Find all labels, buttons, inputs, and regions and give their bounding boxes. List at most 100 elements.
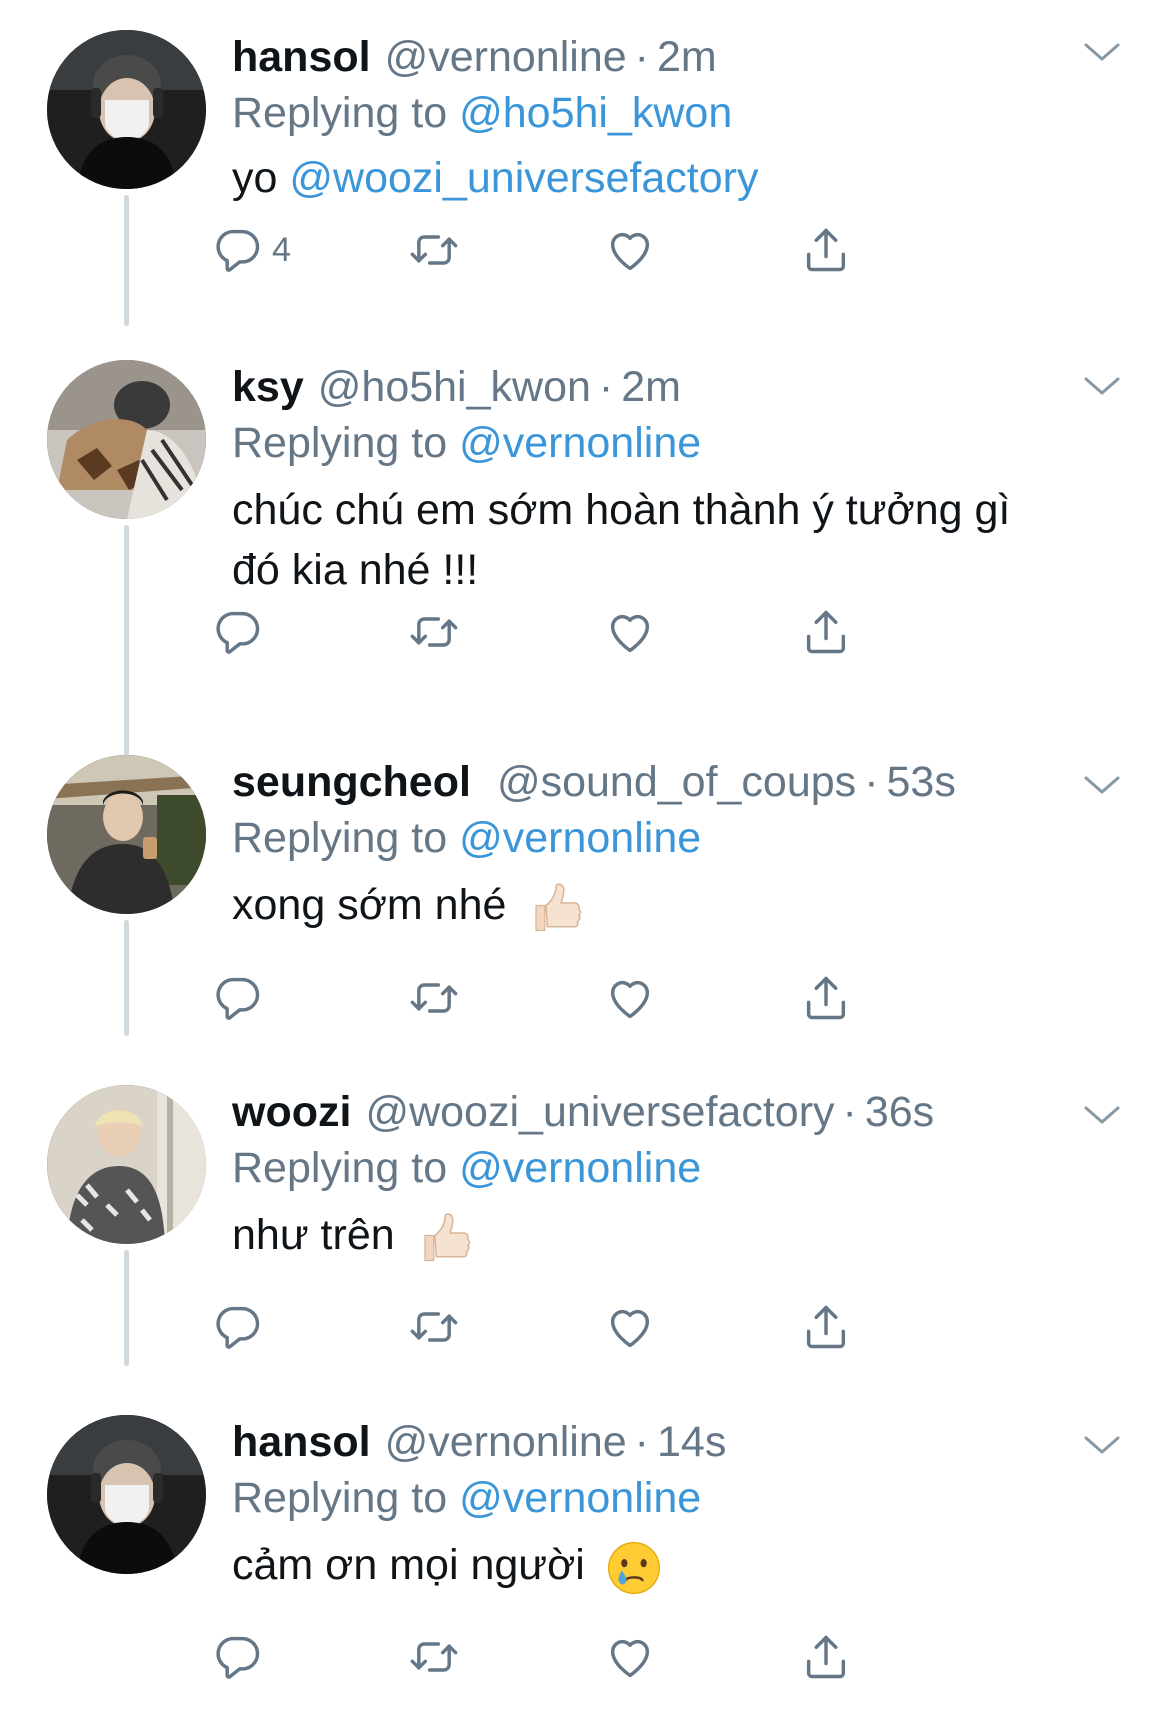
reply-count: 4: [272, 230, 291, 269]
display-name[interactable]: woozi: [232, 1088, 351, 1136]
chevron-down-icon[interactable]: [1082, 374, 1122, 398]
replying-to-label: Replying to: [232, 814, 448, 862]
retweet-icon: [408, 606, 460, 658]
replying-to-label: Replying to: [232, 1144, 448, 1192]
reply-button[interactable]: [212, 602, 264, 662]
crying-face-emoji: [605, 1539, 663, 1597]
share-icon: [800, 1301, 852, 1353]
reply-button[interactable]: [212, 968, 264, 1028]
reply-icon: [212, 606, 264, 658]
tweet-header: seungcheol @sound_of_coups · 53s: [232, 755, 956, 809]
reply-icon: [212, 224, 264, 276]
chevron-down-icon[interactable]: [1082, 1103, 1122, 1127]
timestamp[interactable]: 14s: [657, 1418, 726, 1466]
reply-button[interactable]: [212, 1297, 264, 1357]
replying-to-mention[interactable]: @vernonline: [459, 419, 701, 467]
separator-dot: ·: [864, 758, 879, 806]
display-name[interactable]: hansol: [232, 33, 371, 81]
like-button[interactable]: [604, 968, 656, 1028]
separator-dot: ·: [598, 363, 614, 411]
thread-line: [124, 920, 129, 1036]
share-button[interactable]: [800, 602, 852, 662]
retweet-button[interactable]: [408, 1297, 460, 1357]
tweet-body: yo @woozi_universefactory: [232, 148, 1112, 208]
like-icon: [604, 1631, 656, 1683]
share-button[interactable]: [800, 220, 852, 280]
action-bar: 4: [232, 220, 952, 280]
tweet-body: như trên: [232, 1205, 1112, 1268]
action-bar: [232, 602, 952, 662]
share-icon: [800, 1631, 852, 1683]
reply-icon: [212, 1301, 264, 1353]
display-name[interactable]: hansol: [232, 1418, 371, 1466]
action-bar: [232, 1297, 952, 1357]
retweet-button[interactable]: [408, 602, 460, 662]
like-button[interactable]: [604, 1297, 656, 1357]
tweet-text-line-1: chúc chú em sớm hoàn thành ý tưởng gì: [232, 486, 1011, 534]
action-bar: [232, 968, 952, 1028]
avatar-woozi[interactable]: [47, 1085, 206, 1244]
replying-to-mention[interactable]: @vernonline: [459, 814, 701, 862]
retweet-button[interactable]: [408, 968, 460, 1028]
user-handle[interactable]: @sound_of_coups: [497, 758, 856, 806]
tweet-header: hansol @vernonline · 14s: [232, 1415, 726, 1469]
retweet-button[interactable]: [408, 220, 460, 280]
timestamp[interactable]: 53s: [887, 758, 956, 806]
avatar-seungcheol[interactable]: [47, 755, 206, 914]
retweet-icon: [408, 224, 460, 276]
display-name[interactable]: ksy: [232, 363, 304, 411]
separator-dot: ·: [634, 1418, 649, 1466]
timestamp[interactable]: 2m: [621, 363, 681, 411]
tweet-header: ksy @ho5hi_kwon · 2m: [232, 360, 681, 414]
tweet-body: xong sớm nhé: [232, 875, 1112, 938]
replying-to-mention[interactable]: @vernonline: [459, 1144, 701, 1192]
reply-icon: [212, 1631, 264, 1683]
user-handle[interactable]: @woozi_universefactory: [365, 1088, 834, 1136]
share-button[interactable]: [800, 968, 852, 1028]
chevron-down-icon[interactable]: [1082, 40, 1122, 64]
tweet-header: woozi @woozi_universefactory · 36s: [232, 1085, 934, 1139]
replying-to-label: Replying to: [232, 89, 448, 137]
share-icon: [800, 972, 852, 1024]
share-button[interactable]: [800, 1297, 852, 1357]
reply-button[interactable]: 4: [212, 220, 291, 280]
share-icon: [800, 606, 852, 658]
replying-to: Replying to @vernonline: [232, 811, 701, 865]
timestamp[interactable]: 2m: [657, 33, 717, 81]
tweet-body: chúc chú em sớm hoàn thành ý tưởng gì đó…: [232, 480, 1112, 600]
replying-to-mention[interactable]: @vernonline: [459, 1474, 701, 1522]
tweet-text: như trên: [232, 1211, 395, 1259]
like-button[interactable]: [604, 602, 656, 662]
reply-button[interactable]: [212, 1627, 264, 1687]
avatar-hansol[interactable]: [47, 30, 206, 189]
like-button[interactable]: [604, 1627, 656, 1687]
avatar-hansol[interactable]: [47, 1415, 206, 1574]
display-name[interactable]: seungcheol: [232, 758, 471, 806]
like-icon: [604, 224, 656, 276]
replying-to-label: Replying to: [232, 1474, 448, 1522]
timestamp[interactable]: 36s: [865, 1088, 934, 1136]
replying-to-mention[interactable]: @ho5hi_kwon: [459, 89, 732, 137]
avatar-ksy[interactable]: [47, 360, 206, 519]
chevron-down-icon[interactable]: [1082, 1433, 1122, 1457]
retweet-icon: [408, 972, 460, 1024]
like-button[interactable]: [604, 220, 656, 280]
user-handle[interactable]: @vernonline: [385, 1418, 627, 1466]
thread-line: [124, 195, 129, 326]
like-icon: [604, 1301, 656, 1353]
body-mention[interactable]: @woozi_universefactory: [289, 154, 758, 202]
replying-to-label: Replying to: [232, 419, 448, 467]
user-handle[interactable]: @vernonline: [385, 33, 627, 81]
retweet-button[interactable]: [408, 1627, 460, 1687]
action-bar: [232, 1627, 952, 1687]
replying-to: Replying to @vernonline: [232, 1141, 701, 1195]
retweet-icon: [408, 1301, 460, 1353]
tweet-body: cảm ơn mọi người: [232, 1535, 1112, 1597]
user-handle[interactable]: @ho5hi_kwon: [318, 363, 591, 411]
like-icon: [604, 606, 656, 658]
share-icon: [800, 224, 852, 276]
tweet-text: xong sớm nhé: [232, 881, 507, 929]
share-button[interactable]: [800, 1627, 852, 1687]
like-icon: [604, 972, 656, 1024]
chevron-down-icon[interactable]: [1082, 773, 1122, 797]
